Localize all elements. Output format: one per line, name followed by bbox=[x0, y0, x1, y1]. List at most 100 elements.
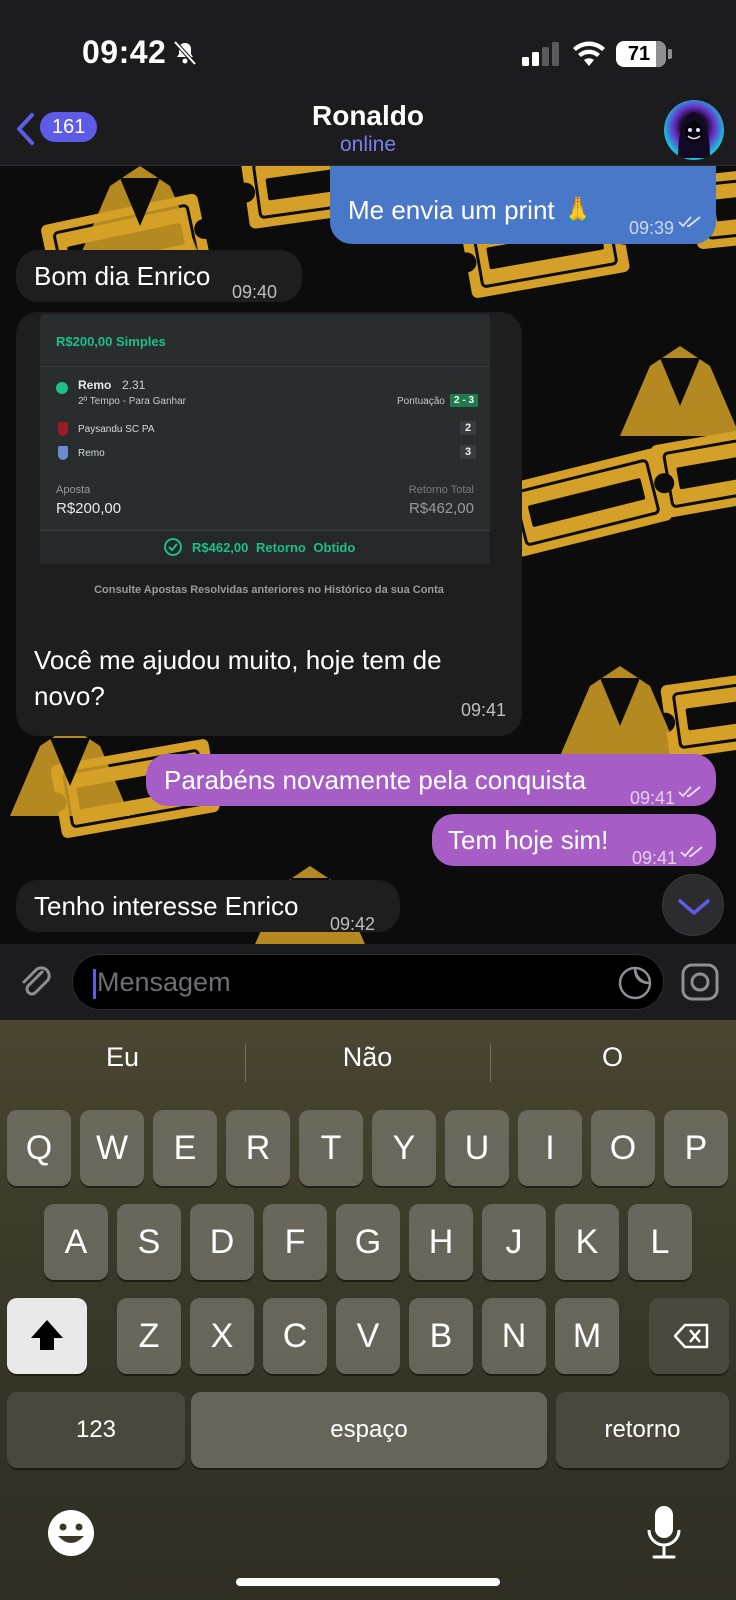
shift-key[interactable] bbox=[7, 1298, 87, 1374]
status-time: 09:42 bbox=[82, 34, 167, 70]
team-shirt-icon bbox=[58, 446, 68, 460]
message-incoming[interactable]: Bom dia Enrico 09:40 bbox=[16, 250, 302, 302]
key-h[interactable]: H bbox=[409, 1204, 473, 1280]
bet-history-note: Consulte Apostas Resolvidas anteriores n… bbox=[94, 584, 444, 596]
key-d[interactable]: D bbox=[190, 1204, 254, 1280]
key-g[interactable]: G bbox=[336, 1204, 400, 1280]
check-circle-icon bbox=[56, 382, 68, 394]
key-i[interactable]: I bbox=[518, 1110, 582, 1186]
key-z[interactable]: Z bbox=[117, 1298, 181, 1374]
message-time: 09:40 bbox=[232, 282, 278, 302]
scroll-to-bottom-button[interactable] bbox=[662, 874, 724, 936]
team2-name: Remo bbox=[78, 448, 105, 459]
bet-title: R$200,00 Simples bbox=[56, 334, 166, 349]
bet-odd: 2.31 bbox=[122, 378, 146, 392]
key-a[interactable]: A bbox=[44, 1204, 108, 1280]
key-k[interactable]: K bbox=[555, 1204, 619, 1280]
home-indicator[interactable] bbox=[236, 1578, 500, 1586]
key-x[interactable]: X bbox=[190, 1298, 254, 1374]
key-b[interactable]: B bbox=[409, 1298, 473, 1374]
battery-icon: 71 bbox=[616, 41, 666, 67]
key-l[interactable]: L bbox=[628, 1204, 692, 1280]
read-check-icon bbox=[678, 216, 701, 228]
key-m[interactable]: M bbox=[555, 1298, 619, 1374]
suggestion-3[interactable]: O bbox=[490, 1042, 735, 1073]
key-p[interactable]: P bbox=[664, 1110, 728, 1186]
paperclip-icon[interactable] bbox=[16, 962, 56, 1002]
battery-tip bbox=[668, 49, 672, 59]
read-check-icon bbox=[678, 786, 701, 798]
score-badge: 2 - 3 bbox=[450, 394, 479, 407]
message-text: Me envia um print 🙏 bbox=[348, 195, 595, 225]
battery-level: 71 bbox=[627, 43, 651, 65]
status-bar: 09:42 71 bbox=[0, 0, 736, 100]
chat-area[interactable]: Me envia um print 🙏 09:39 Bom dia Enrico… bbox=[0, 166, 736, 944]
message-outgoing[interactable]: Me envia um print 🙏 09:39 bbox=[330, 166, 716, 244]
message-time: 09:41 bbox=[630, 788, 676, 808]
contact-status: online bbox=[339, 133, 397, 156]
key-j[interactable]: J bbox=[482, 1204, 546, 1280]
shift-arrow-icon bbox=[31, 1320, 63, 1350]
message-outgoing[interactable]: Parabéns novamente pela conquista 09:41 bbox=[146, 754, 716, 808]
key-c[interactable]: C bbox=[263, 1298, 327, 1374]
return-label: Retorno Total bbox=[408, 484, 474, 496]
hooded-figure-icon bbox=[678, 112, 710, 158]
key-y[interactable]: Y bbox=[372, 1110, 436, 1186]
camera-icon[interactable] bbox=[680, 962, 720, 1002]
numbers-key[interactable]: 123 bbox=[7, 1392, 185, 1468]
key-u[interactable]: U bbox=[445, 1110, 509, 1186]
message-text: Parabéns novamente pela conquista bbox=[164, 765, 587, 795]
stake-value: R$200,00 bbox=[56, 500, 122, 517]
message-text: Bom dia Enrico bbox=[34, 261, 211, 291]
bell-muted-icon bbox=[173, 40, 197, 66]
suggestion-1[interactable]: Eu bbox=[0, 1042, 245, 1073]
wifi-icon bbox=[573, 41, 605, 66]
key-s[interactable]: S bbox=[117, 1204, 181, 1280]
key-q[interactable]: Q bbox=[7, 1110, 71, 1186]
bet-market: 2º Tempo - Para Ganhar bbox=[78, 396, 186, 407]
key-r[interactable]: R bbox=[226, 1110, 290, 1186]
avatar[interactable] bbox=[664, 100, 724, 160]
score-label: Pontuação bbox=[397, 396, 445, 407]
space-key[interactable]: espaço bbox=[191, 1392, 547, 1468]
message-text: Tem hoje sim! bbox=[448, 825, 609, 855]
message-placeholder: Mensagem bbox=[97, 967, 231, 997]
delete-key[interactable] bbox=[649, 1298, 729, 1374]
sticker-icon[interactable] bbox=[617, 965, 653, 1001]
emoji-icon[interactable] bbox=[46, 1508, 96, 1558]
team1-name: Paysandu SC PA bbox=[78, 424, 155, 435]
message-time: 09:39 bbox=[628, 218, 674, 238]
team-shirt-icon bbox=[58, 422, 68, 436]
message-input-bar: Mensagem bbox=[0, 944, 736, 1020]
return-value: R$462,00 bbox=[408, 500, 474, 517]
team2-goals: 3 bbox=[460, 445, 477, 459]
backspace-icon bbox=[673, 1323, 709, 1349]
bet-slip-image[interactable]: R$200,00 Simples Remo 2.31 2º Tempo - Pa… bbox=[40, 314, 490, 564]
key-f[interactable]: F bbox=[263, 1204, 327, 1280]
return-key[interactable]: retorno bbox=[556, 1392, 729, 1468]
message-incoming[interactable]: Tenho interesse Enrico 09:42 bbox=[16, 880, 400, 934]
text-caret bbox=[93, 969, 96, 999]
suggestion-2[interactable]: Não bbox=[245, 1042, 490, 1073]
key-o[interactable]: O bbox=[591, 1110, 655, 1186]
message-input[interactable]: Mensagem bbox=[72, 954, 664, 1010]
stake-label: Aposta bbox=[56, 484, 91, 496]
message-time: 09:42 bbox=[330, 914, 376, 934]
message-time: 09:41 bbox=[632, 848, 678, 868]
key-t[interactable]: T bbox=[299, 1110, 363, 1186]
team1-goals: 2 bbox=[460, 421, 477, 435]
chevron-down-icon bbox=[678, 899, 710, 915]
key-n[interactable]: N bbox=[482, 1298, 546, 1374]
cellular-signal-icon bbox=[522, 42, 559, 66]
microphone-icon[interactable] bbox=[646, 1504, 682, 1560]
key-e[interactable]: E bbox=[153, 1110, 217, 1186]
keyboard: Eu Não O Q W E R T Y U I O P A S D F G H… bbox=[0, 1020, 736, 1600]
bet-result-text: R$462,00 Retorno Obtido bbox=[192, 540, 356, 555]
chat-header: 161 Ronaldo online bbox=[0, 100, 736, 166]
message-text: Você me ajudou muito, hoje tem de novo? bbox=[34, 645, 442, 711]
bet-selection: Remo bbox=[78, 378, 112, 392]
contact-name[interactable]: Ronaldo bbox=[0, 100, 736, 132]
key-v[interactable]: V bbox=[336, 1298, 400, 1374]
key-w[interactable]: W bbox=[80, 1110, 144, 1186]
message-outgoing[interactable]: Tem hoje sim! 09:41 bbox=[432, 814, 716, 868]
